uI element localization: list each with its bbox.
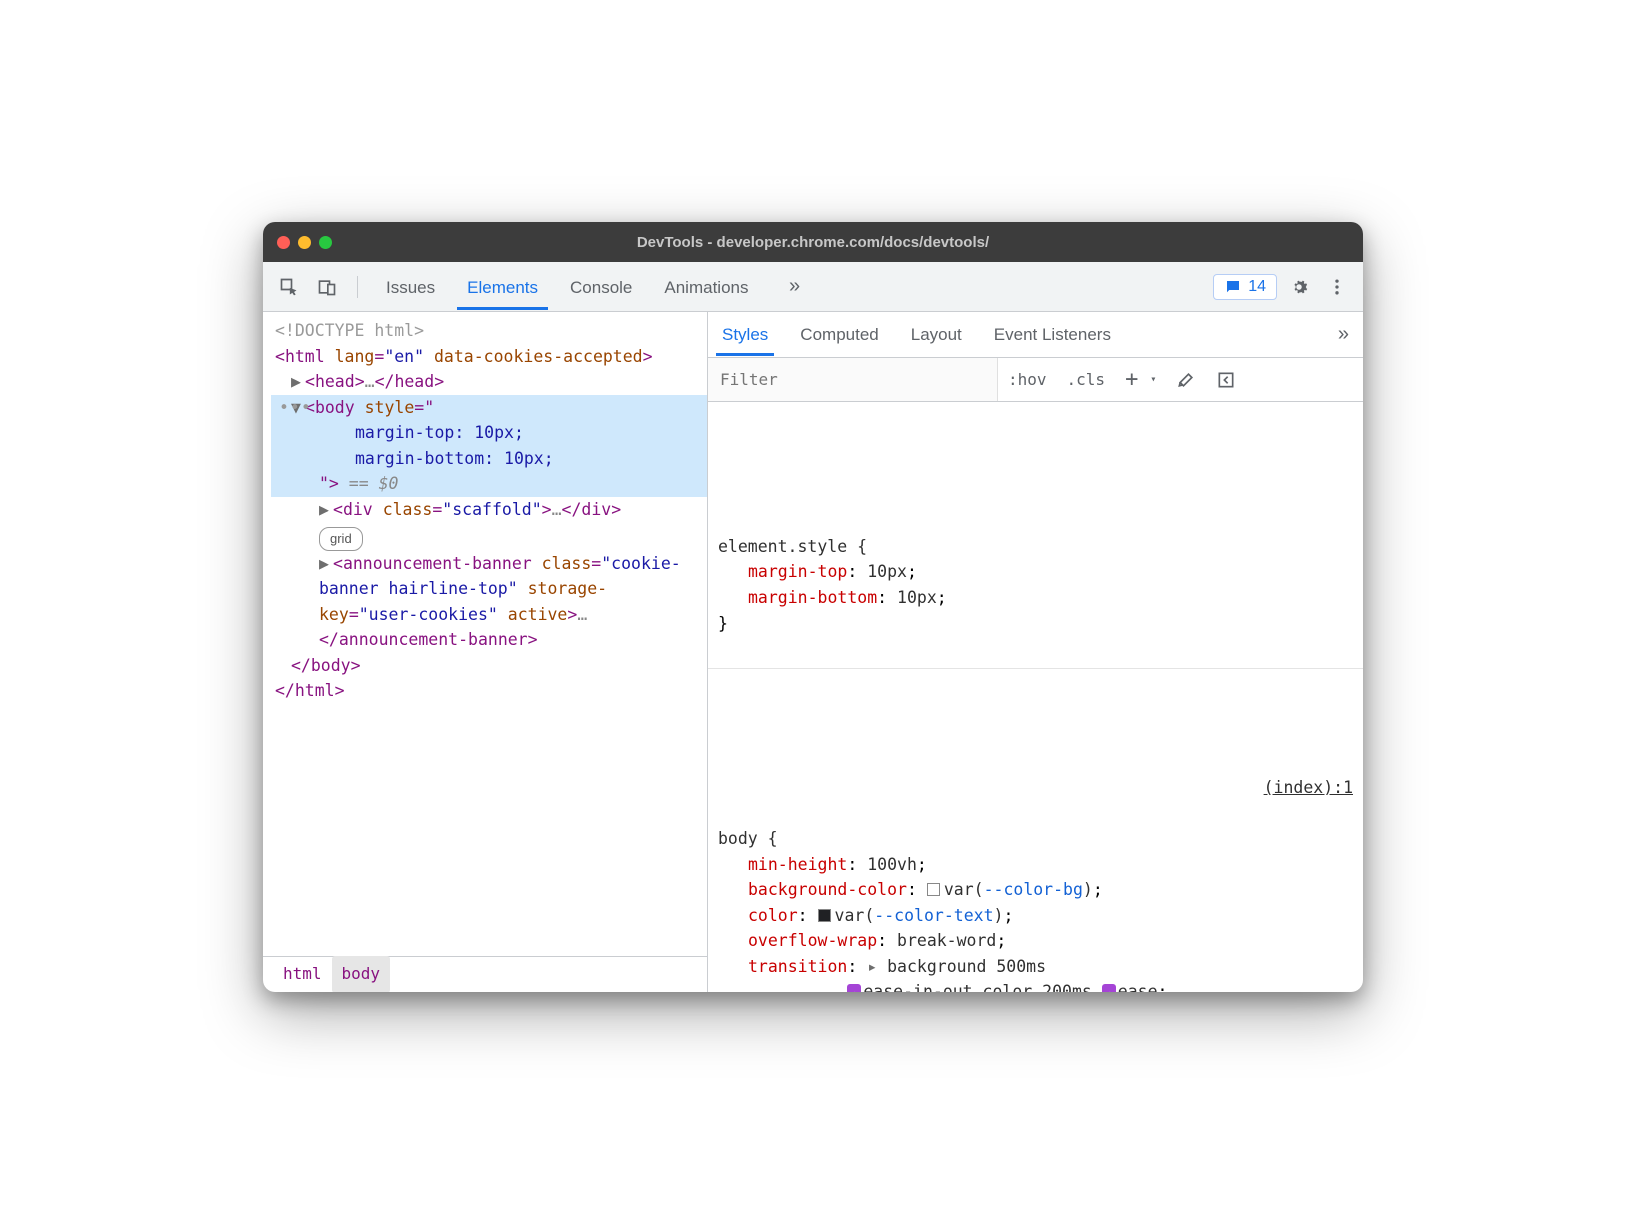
kebab-menu-icon[interactable] <box>1321 271 1353 303</box>
dom-tree[interactable]: <!DOCTYPE html> <html lang="en" data-coo… <box>263 312 707 956</box>
devtools-window: DevTools - developer.chrome.com/docs/dev… <box>263 222 1363 992</box>
traffic-lights <box>277 236 332 249</box>
filter-input[interactable] <box>708 358 998 401</box>
tab-styles[interactable]: Styles <box>722 315 768 355</box>
cls-button[interactable]: .cls <box>1057 370 1116 389</box>
main-content: <!DOCTYPE html> <html lang="en" data-coo… <box>263 312 1363 992</box>
tab-animations[interactable]: Animations <box>662 265 750 309</box>
selected-body-node[interactable]: ••• ▼<body style=" margin-top: 10px; mar… <box>271 395 707 497</box>
hover-state-button[interactable]: :hov <box>998 370 1057 389</box>
new-rule-more-icon[interactable]: ▾ <box>1140 374 1166 385</box>
tab-event-listeners[interactable]: Event Listeners <box>994 315 1111 355</box>
color-swatch-icon[interactable] <box>927 883 940 896</box>
styles-filter-bar: :hov .cls + ▾ <box>708 358 1363 402</box>
bezier-editor-icon[interactable] <box>1102 984 1116 992</box>
close-window-button[interactable] <box>277 236 290 249</box>
message-count-value: 14 <box>1248 278 1266 296</box>
bezier-editor-icon[interactable] <box>847 984 861 992</box>
titlebar: DevTools - developer.chrome.com/docs/dev… <box>263 222 1363 262</box>
tab-issues[interactable]: Issues <box>384 265 437 309</box>
expand-icon[interactable]: ▸ <box>867 957 877 976</box>
rule-element-style[interactable]: element.style { margin-top: 10px;margin-… <box>708 504 1363 668</box>
more-tabs-icon[interactable]: » <box>1338 323 1349 346</box>
expand-icon[interactable]: ▶ <box>319 551 333 577</box>
main-toolbar: Issues Elements Console Animations » 14 <box>263 262 1363 312</box>
device-toolbar-icon[interactable] <box>311 271 343 303</box>
computed-toggle-icon[interactable] <box>1206 370 1246 390</box>
expand-icon[interactable]: ▶ <box>291 369 305 395</box>
inspect-element-icon[interactable] <box>273 271 305 303</box>
grid-badge[interactable]: grid <box>319 527 363 551</box>
color-swatch-icon[interactable] <box>818 909 831 922</box>
tab-computed[interactable]: Computed <box>800 315 878 355</box>
tab-elements[interactable]: Elements <box>465 265 540 309</box>
minimize-window-button[interactable] <box>298 236 311 249</box>
tab-layout[interactable]: Layout <box>911 315 962 355</box>
rule-source-link[interactable]: (index):1 <box>1264 775 1353 801</box>
paint-brush-icon[interactable] <box>1166 370 1206 390</box>
tab-console[interactable]: Console <box>568 265 634 309</box>
sidebar-tabs: Styles Computed Layout Event Listeners » <box>708 312 1363 358</box>
selection-dots-icon: ••• <box>279 395 312 421</box>
elements-panel: <!DOCTYPE html> <html lang="en" data-coo… <box>263 312 708 992</box>
breadcrumb: html body <box>263 956 707 992</box>
expand-icon[interactable]: ▶ <box>319 497 333 523</box>
style-rules-list: element.style { margin-top: 10px;margin-… <box>708 402 1363 992</box>
rule-body[interactable]: (index):1 body { min-height: 100vh;backg… <box>708 771 1363 992</box>
dollar-zero-ref: == $0 <box>339 474 399 493</box>
crumb-body[interactable]: body <box>332 956 391 992</box>
styles-sidebar: Styles Computed Layout Event Listeners »… <box>708 312 1363 992</box>
doctype-node[interactable]: <!DOCTYPE html> <box>275 321 424 340</box>
separator <box>357 276 358 298</box>
window-title: DevTools - developer.chrome.com/docs/dev… <box>263 234 1363 251</box>
more-tabs-icon[interactable]: » <box>779 271 811 303</box>
crumb-html[interactable]: html <box>273 956 332 992</box>
settings-icon[interactable] <box>1283 271 1315 303</box>
console-message-count[interactable]: 14 <box>1213 274 1277 300</box>
main-tabs: Issues Elements Console Animations » <box>384 265 811 309</box>
zoom-window-button[interactable] <box>319 236 332 249</box>
